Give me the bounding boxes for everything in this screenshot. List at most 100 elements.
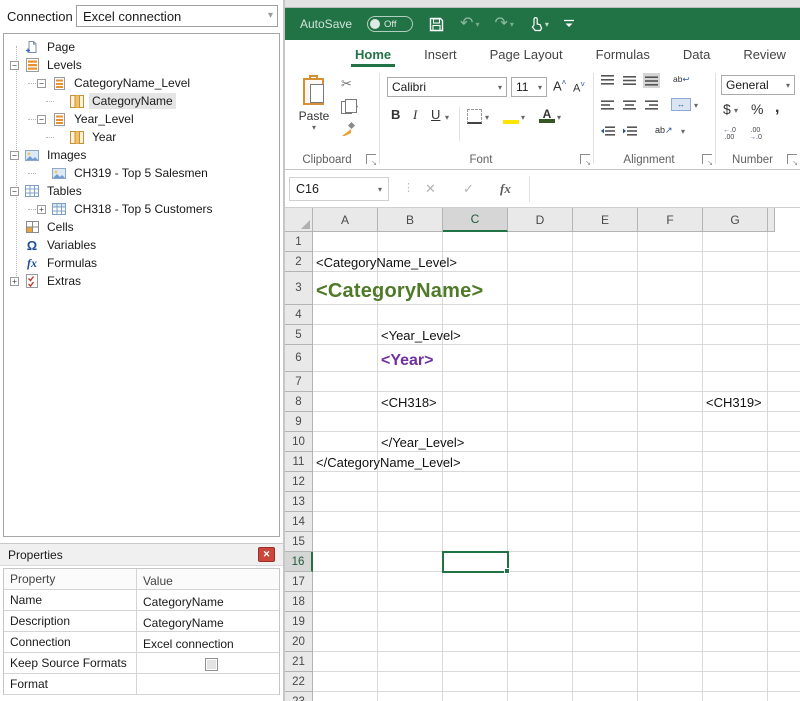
format-painter-button[interactable] xyxy=(341,122,375,138)
row-header-1[interactable]: 1 xyxy=(285,232,313,252)
font-color-button[interactable]: A xyxy=(539,107,555,123)
middle-align-button[interactable] xyxy=(621,73,638,88)
column-header-e[interactable]: E xyxy=(573,208,638,232)
underline-button[interactable]: U xyxy=(431,107,440,122)
row-header-4[interactable]: 4 xyxy=(285,305,313,325)
number-dialog-launcher-icon[interactable] xyxy=(787,154,797,164)
row-header-5[interactable]: 5 xyxy=(285,325,313,345)
percent-format-button[interactable]: % xyxy=(751,101,763,117)
fill-color-button[interactable] xyxy=(503,108,519,124)
cell-b6[interactable]: <Year> xyxy=(378,345,434,372)
tree-item-categoryname-level[interactable]: −CategoryName_Level xyxy=(4,74,279,92)
row-header-19[interactable]: 19 xyxy=(285,612,313,632)
number-format-dropdown[interactable]: General ▾ xyxy=(721,75,795,95)
row-header-14[interactable]: 14 xyxy=(285,512,313,532)
merge-center-button[interactable]: ↔ xyxy=(671,98,691,111)
collapse-icon[interactable]: − xyxy=(10,61,19,70)
chevron-down-icon[interactable]: ▾ xyxy=(485,113,489,122)
row-header-23[interactable]: 23 xyxy=(285,692,313,701)
row-header-20[interactable]: 20 xyxy=(285,632,313,652)
tree-item-page[interactable]: Page xyxy=(4,38,279,56)
font-dialog-launcher-icon[interactable] xyxy=(580,154,590,164)
cell-a2[interactable]: <CategoryName_Level> xyxy=(313,252,457,272)
row-header-12[interactable]: 12 xyxy=(285,472,313,492)
cell-a11[interactable]: </CategoryName_Level> xyxy=(313,452,461,472)
row-header-13[interactable]: 13 xyxy=(285,492,313,512)
row-header-2[interactable]: 2 xyxy=(285,252,313,272)
active-cell-selection[interactable] xyxy=(442,551,509,573)
formula-input[interactable] xyxy=(529,176,800,202)
cell-b5[interactable]: <Year_Level> xyxy=(378,325,461,345)
comma-format-button[interactable]: , xyxy=(775,99,779,117)
chevron-down-icon[interactable]: ▾ xyxy=(445,113,449,122)
expand-icon[interactable]: + xyxy=(10,277,19,286)
column-header-b[interactable]: B xyxy=(378,208,443,232)
tree-item-variables[interactable]: ΩVariables xyxy=(4,236,279,254)
bold-button[interactable]: B xyxy=(391,107,400,122)
font-size-dropdown[interactable]: 11 ▾ xyxy=(511,77,547,97)
wrap-text-button[interactable]: ab↩ xyxy=(673,74,690,85)
tree-item-year-level[interactable]: −Year_Level xyxy=(4,110,279,128)
tree-item-tables[interactable]: −Tables xyxy=(4,182,279,200)
decrease-decimal-button[interactable]: .00→.0 xyxy=(749,127,762,141)
orientation-button[interactable]: ab↗ xyxy=(655,125,673,136)
expand-icon[interactable]: + xyxy=(37,205,46,214)
connection-dropdown[interactable]: Excel connection ▾ xyxy=(76,5,278,27)
column-header-f[interactable]: F xyxy=(638,208,703,232)
row-header-17[interactable]: 17 xyxy=(285,572,313,592)
collapse-icon[interactable]: − xyxy=(10,151,19,160)
collapse-icon[interactable]: − xyxy=(37,79,46,88)
chevron-down-icon[interactable]: ▾ xyxy=(681,127,685,136)
paste-button[interactable]: Paste ▾ xyxy=(292,74,336,152)
autosave-toggle[interactable]: Off xyxy=(367,16,413,32)
formula-bar-grip[interactable]: ⋮ xyxy=(403,181,414,194)
undo-button[interactable]: ↶ ▾ xyxy=(460,17,479,31)
cancel-icon[interactable]: ✕ xyxy=(425,181,436,197)
row-header-18[interactable]: 18 xyxy=(285,592,313,612)
tab-data[interactable]: Data xyxy=(681,40,712,69)
tab-home[interactable]: Home xyxy=(353,40,393,69)
tab-page-layout[interactable]: Page Layout xyxy=(488,40,565,69)
copy-button[interactable]: ▾ xyxy=(341,99,375,115)
tab-formulas[interactable]: Formulas xyxy=(594,40,652,69)
chevron-down-icon[interactable]: ▾ xyxy=(557,113,561,122)
name-box[interactable]: C16 ▾ xyxy=(289,177,389,201)
insert-function-icon[interactable]: fx xyxy=(500,181,511,197)
decrease-indent-button[interactable] xyxy=(599,123,616,138)
row-header-6[interactable]: 6 xyxy=(285,345,313,372)
enter-icon[interactable]: ✓ xyxy=(463,181,474,197)
tree-item-year[interactable]: Year xyxy=(4,128,279,146)
tab-review[interactable]: Review xyxy=(741,40,788,69)
row-header-22[interactable]: 22 xyxy=(285,672,313,692)
tree-item-formulas[interactable]: fxFormulas xyxy=(4,254,279,272)
clipboard-dialog-launcher-icon[interactable] xyxy=(366,154,376,164)
row-header-21[interactable]: 21 xyxy=(285,652,313,672)
chevron-down-icon[interactable]: ▾ xyxy=(734,106,738,115)
increase-decimal-button[interactable]: ←.0.00 xyxy=(723,127,736,141)
row-header-16[interactable]: 16 xyxy=(285,552,313,572)
row-header-11[interactable]: 11 xyxy=(285,452,313,472)
increase-font-size-button[interactable]: A˄ xyxy=(553,78,566,93)
tree-item-cells[interactable]: Cells xyxy=(4,218,279,236)
borders-button[interactable] xyxy=(467,109,482,124)
customize-quick-access-button[interactable] xyxy=(564,19,574,29)
tree-item-ch318-top-5-customers[interactable]: +CH318 - Top 5 Customers xyxy=(4,200,279,218)
cell-g8[interactable]: <CH319> xyxy=(703,392,762,412)
column-header-d[interactable]: D xyxy=(508,208,573,232)
cell-b10[interactable]: </Year_Level> xyxy=(378,432,464,452)
row-header-9[interactable]: 9 xyxy=(285,412,313,432)
decrease-font-size-button[interactable]: A˅ xyxy=(573,80,585,95)
row-header-15[interactable]: 15 xyxy=(285,532,313,552)
tree-item-images[interactable]: −Images xyxy=(4,146,279,164)
checkbox-unchecked-icon[interactable] xyxy=(205,658,218,671)
redo-button[interactable]: ↷ ▾ xyxy=(494,17,513,31)
select-all-button[interactable] xyxy=(285,208,313,232)
collapse-icon[interactable]: − xyxy=(37,115,46,124)
row-header-7[interactable]: 7 xyxy=(285,372,313,392)
align-center-button[interactable] xyxy=(621,97,638,112)
collapse-icon[interactable]: − xyxy=(10,187,19,196)
tree-item-ch319-top-5-salesmen[interactable]: CH319 - Top 5 Salesmen xyxy=(4,164,279,182)
top-align-button[interactable] xyxy=(599,73,616,88)
cell-b8[interactable]: <CH318> xyxy=(378,392,437,412)
column-header-a[interactable]: A xyxy=(313,208,378,232)
